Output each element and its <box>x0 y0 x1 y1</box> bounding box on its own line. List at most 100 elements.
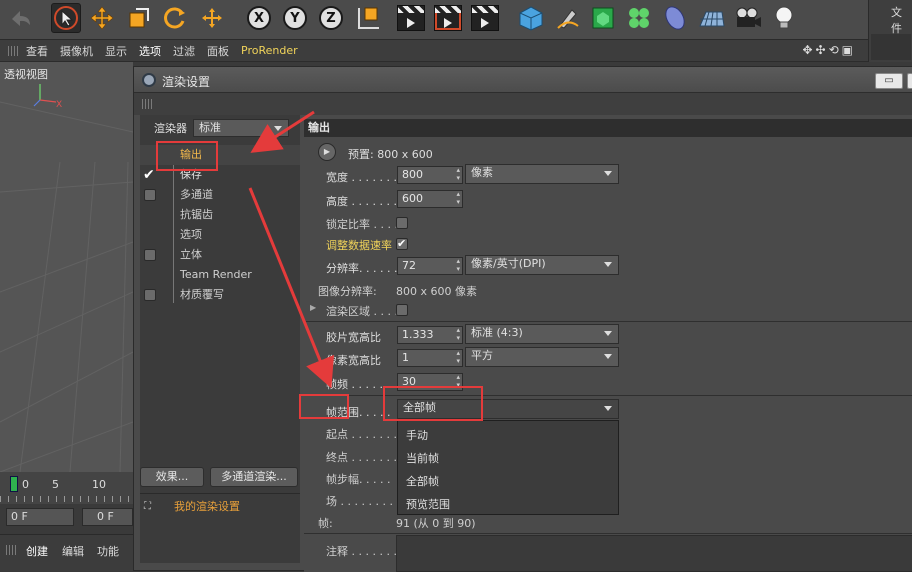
pixel-aspect-label: 像素宽高比 <box>326 354 381 367</box>
renderer-dropdown[interactable]: 标准 <box>193 119 289 137</box>
material-override-checkbox[interactable] <box>144 289 156 301</box>
menu-prorender[interactable]: ProRender <box>241 44 298 57</box>
stereo-checkbox[interactable] <box>144 249 156 261</box>
menu-display[interactable]: 显示 <box>105 43 127 59</box>
menu-edit[interactable]: 编辑 <box>62 543 84 559</box>
output-settings-panel: 输出 ▶ 预置: 800 x 600 宽度 . . . . . . . 800 … <box>304 115 912 572</box>
pixel-aspect-dropdown[interactable]: 平方 <box>465 347 619 367</box>
main-toolbar: X Y Z <box>0 0 912 40</box>
file-menu-label[interactable]: 文件 <box>891 4 912 36</box>
minimize-button[interactable]: ▭ <box>875 73 903 89</box>
resolution-label: 分辨率. . . . . . <box>326 262 398 275</box>
category-team-render[interactable]: Team Render <box>140 265 300 285</box>
deformer-icon[interactable] <box>660 3 690 33</box>
camera-icon[interactable] <box>733 3 763 33</box>
adjust-data-rate-checkbox[interactable]: ✔ <box>396 238 408 250</box>
image-resolution-value: 800 x 600 像素 <box>396 285 477 298</box>
cloner-icon[interactable] <box>624 3 654 33</box>
expand-arrow-icon[interactable]: ▶ <box>310 303 316 312</box>
cinema4d-logo-icon <box>142 73 156 87</box>
category-material-override[interactable]: 材质覆写 <box>140 285 300 305</box>
film-aspect-field[interactable]: 1.333 <box>397 326 463 344</box>
menu-function[interactable]: 功能 <box>97 543 119 559</box>
render-view-icon[interactable] <box>396 3 426 33</box>
notes-label: 注释 . . . . . . . <box>326 545 397 558</box>
render-region-checkbox[interactable] <box>396 304 408 316</box>
render-settings-icon[interactable] <box>470 3 500 33</box>
pen-tool-icon[interactable] <box>553 3 583 33</box>
notes-field[interactable] <box>396 535 912 572</box>
subdivision-icon[interactable] <box>588 3 618 33</box>
cube-icon[interactable] <box>516 3 546 33</box>
effects-button[interactable]: 效果... <box>140 467 204 487</box>
checkmark-icon[interactable]: ✔ <box>143 165 155 185</box>
frame-range-option-current[interactable]: 当前帧 <box>406 450 439 466</box>
z-axis-lock-icon[interactable]: Z <box>316 3 346 33</box>
category-label: 选项 <box>180 228 202 241</box>
scale-tool-icon[interactable] <box>124 3 154 33</box>
category-label: 抗锯齿 <box>180 208 213 221</box>
transform-tool-icon[interactable] <box>197 3 227 33</box>
width-unit-dropdown[interactable]: 像素 <box>465 164 619 184</box>
category-stereo[interactable]: 立体 <box>140 245 300 265</box>
move-tool-icon[interactable] <box>87 3 117 33</box>
multipass-render-button[interactable]: 多通道渲染... <box>210 467 298 487</box>
tick-marks <box>0 496 133 502</box>
frame-current-field[interactable]: 0 F <box>82 508 133 526</box>
menu-options[interactable]: 选项 <box>139 43 161 59</box>
viewport-menubar: 查看 摄像机 显示 选项 过滤 面板 ProRender ✥✣⟲▣ <box>0 40 868 62</box>
annotation-box-output <box>156 141 218 171</box>
viewport-nav-icons[interactable]: ✥✣⟲▣ <box>802 43 856 57</box>
preset-play-icon[interactable]: ▶ <box>318 143 336 161</box>
render-picture-viewer-icon[interactable] <box>433 3 463 33</box>
y-axis-lock-icon[interactable]: Y <box>280 3 310 33</box>
x-axis-lock-icon[interactable]: X <box>244 3 274 33</box>
perspective-viewport[interactable]: X 透视视图 <box>0 62 133 472</box>
multipass-checkbox[interactable] <box>144 189 156 201</box>
rotate-tool-icon[interactable] <box>160 3 190 33</box>
timeline-ruler[interactable]: 0 5 10 <box>0 472 133 504</box>
frame-start-field[interactable]: 0 F <box>6 508 74 526</box>
frame-range-option-manual[interactable]: 手动 <box>406 427 428 443</box>
lock-ratio-checkbox[interactable] <box>396 217 408 229</box>
viewport-grid: X <box>0 84 133 472</box>
x-axis-label: X <box>247 6 271 30</box>
preset-label: 预置: 800 x 600 <box>348 148 433 161</box>
frame-range-option-preview[interactable]: 预览范围 <box>406 496 450 512</box>
resolution-unit-dropdown[interactable]: 像素/英寸(DPI) <box>465 255 619 275</box>
dialog-titlebar[interactable]: 渲染设置 ▭ <box>134 67 912 93</box>
category-antialiasing[interactable]: 抗锯齿 <box>140 205 300 225</box>
height-field[interactable]: 600 <box>397 190 463 208</box>
coordinate-system-icon[interactable] <box>352 3 382 33</box>
start-label: 起点 . . . . . . . <box>326 428 397 441</box>
menu-panel[interactable]: 面板 <box>207 43 229 59</box>
category-options[interactable]: 选项 <box>140 225 300 245</box>
adjust-data-rate-label: 调整数据速率 <box>326 239 392 252</box>
menu-create[interactable]: 创建 <box>26 543 48 559</box>
menu-filter[interactable]: 过滤 <box>173 43 195 59</box>
width-field[interactable]: 800 <box>397 166 463 184</box>
pixel-aspect-field[interactable]: 1 <box>397 349 463 367</box>
floor-icon[interactable] <box>696 3 726 33</box>
viewport-label: 透视视图 <box>4 68 48 81</box>
menu-view[interactable]: 查看 <box>26 43 48 59</box>
z-axis-label: Z <box>319 6 343 30</box>
playhead[interactable] <box>10 476 18 492</box>
frames-value: 91 (从 0 到 90) <box>396 517 476 530</box>
undo-icon[interactable] <box>6 3 36 33</box>
settings-category-panel: 渲染器 标准 输出 ✔ 保存 多通道 抗锯齿 选项 立体 Team Render <box>140 115 300 563</box>
bottom-menubar: 创建 编辑 功能 <box>0 534 133 571</box>
width-label: 宽度 . . . . . . . <box>326 171 397 184</box>
y-axis-label: Y <box>283 6 307 30</box>
tick-label: 5 <box>52 478 59 491</box>
my-render-settings-item[interactable]: 我的渲染设置 <box>146 497 298 517</box>
category-multipass[interactable]: 多通道 <box>140 185 300 205</box>
frame-range-option-all[interactable]: 全部帧 <box>406 473 439 489</box>
select-tool-icon[interactable] <box>51 3 81 33</box>
resolution-field[interactable]: 72 <box>397 257 463 275</box>
separator <box>304 321 912 322</box>
light-icon[interactable] <box>769 3 799 33</box>
menu-camera[interactable]: 摄像机 <box>60 43 93 59</box>
film-aspect-dropdown[interactable]: 标准 (4:3) <box>465 324 619 344</box>
maximize-button[interactable] <box>907 73 912 89</box>
